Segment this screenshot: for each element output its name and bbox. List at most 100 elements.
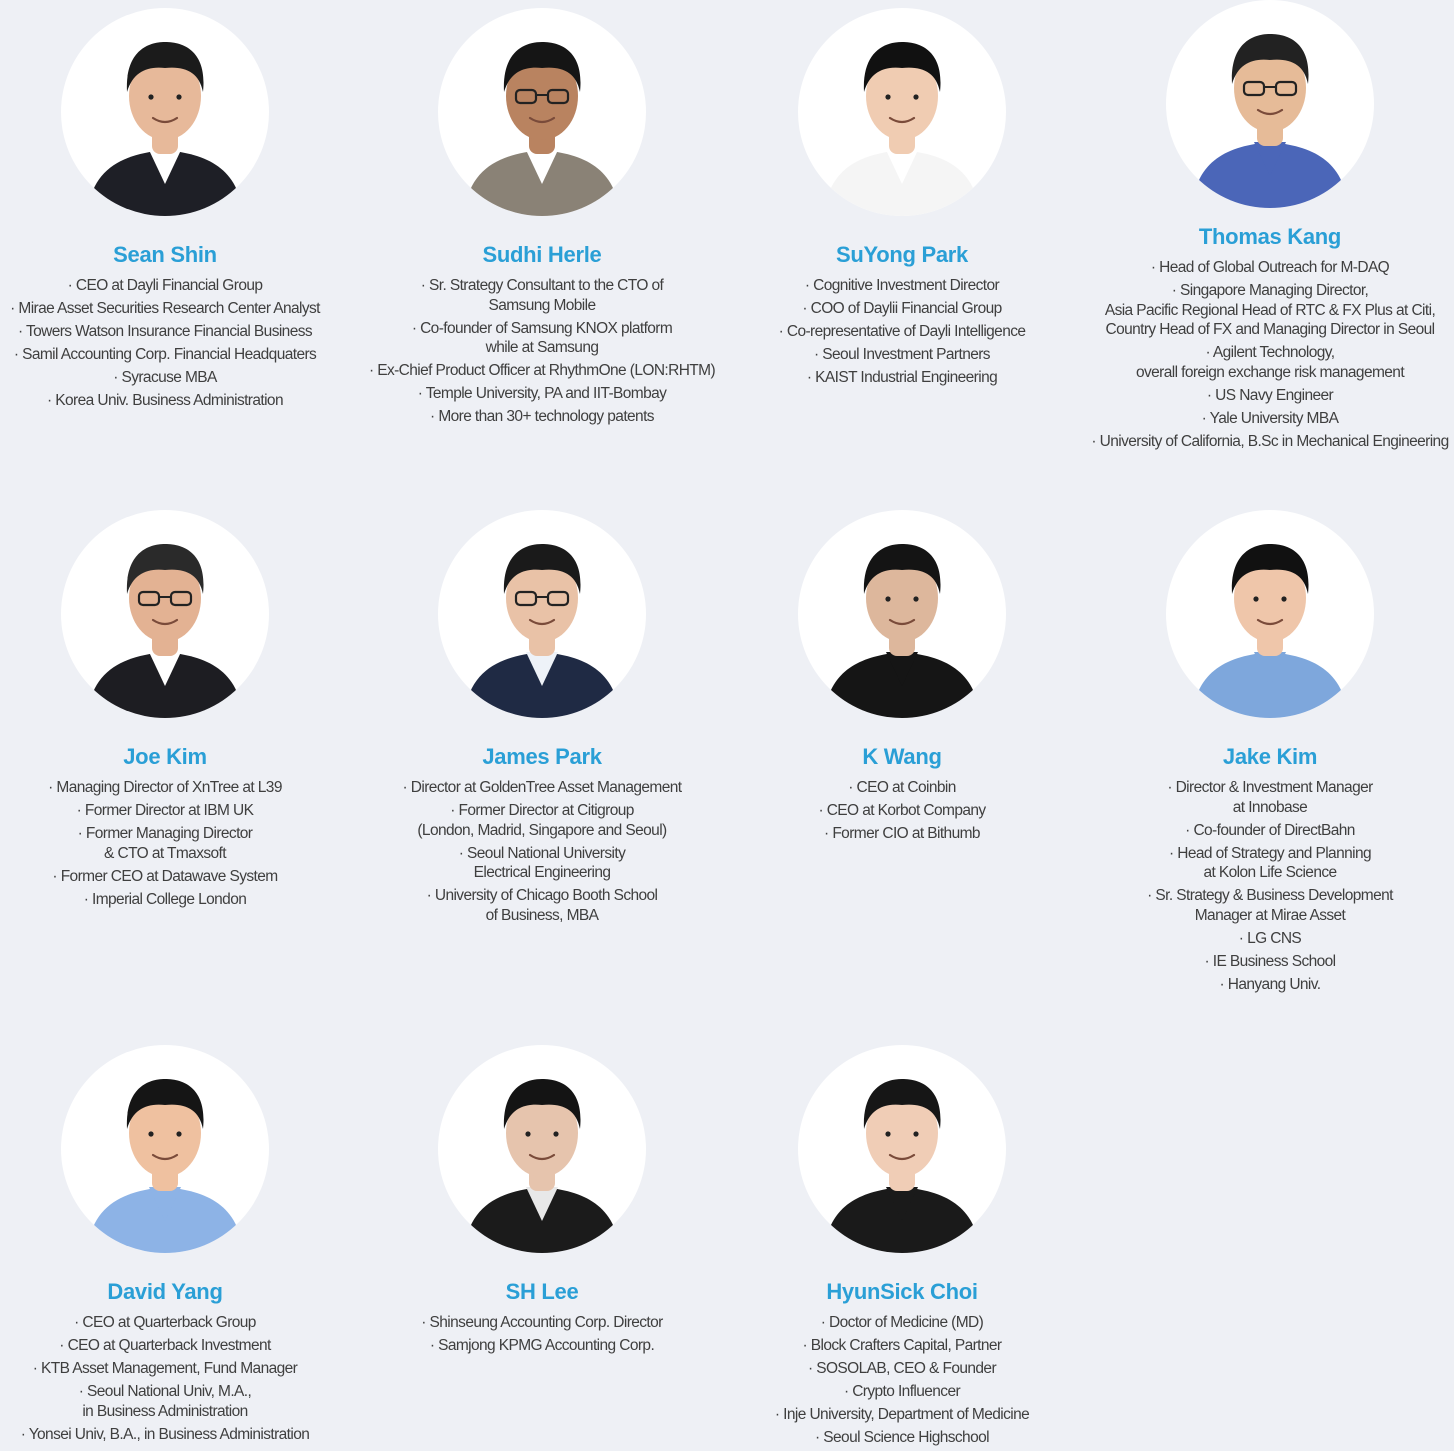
- bio-line: · University of California, B.Sc in Mech…: [1091, 432, 1449, 450]
- bio-line: · Syracuse MBA: [113, 369, 217, 386]
- person-silhouette: [464, 42, 620, 216]
- bio-line: · Imperial College London: [83, 890, 247, 908]
- bio-line: · US Navy Engineer: [1206, 386, 1334, 404]
- bio-line: · Yale University MBA: [1201, 409, 1339, 427]
- bio-line: · Korea Univ. Business Administration: [47, 392, 284, 409]
- bio-line: · Former Director at IBM UK: [76, 802, 254, 819]
- bio-line: · Crypto Influencer: [843, 1383, 961, 1400]
- bio-line: · Sr. Strategy Consultant to the CTO of …: [420, 277, 664, 314]
- bio-line: · Yonsei Univ, B.A., in Business Adminis…: [20, 1425, 310, 1443]
- member-name: K Wang: [862, 744, 942, 769]
- profile-photo: [798, 510, 1006, 718]
- person-silhouette: [464, 1079, 620, 1253]
- team-member-card: Jake Kim · Director & Investment Manager …: [1085, 510, 1454, 998]
- member-bio: · CEO at Coinbin · CEO at Korbot Company ·…: [717, 778, 1087, 844]
- profile-photo: [1166, 0, 1374, 208]
- bio-line: · Head of Strategy and Planning at Kolon…: [1169, 844, 1372, 882]
- member-name: David Yang: [107, 1279, 223, 1304]
- member-name: Sean Shin: [113, 242, 217, 267]
- member-bio: · CEO at Quarterback Group · CEO at Quart…: [0, 1313, 350, 1444]
- member-name: Thomas Kang: [1198, 224, 1342, 249]
- member-bio: · CEO at Dayli Financial Group · Mirae As…: [0, 276, 350, 411]
- bio-line: · Samjong KPMG Accounting Corp.: [429, 1337, 655, 1354]
- profile-photo: [438, 510, 646, 718]
- bio-line: · Samil Accounting Corp. Financial Headq…: [13, 346, 317, 363]
- member-bio: · Managing Director of XnTree at L39 · Fo…: [0, 778, 350, 909]
- bio-line: · Agilent Technology, overall foreign ex…: [1135, 344, 1405, 381]
- profile-photo: [798, 8, 1006, 216]
- member-name: HyunSick Choi: [826, 1279, 978, 1304]
- person-silhouette: [824, 544, 980, 718]
- bio-line: · CEO at Dayli Financial Group: [67, 277, 263, 294]
- bio-line: · COO of Daylii Financial Group: [802, 300, 1002, 317]
- bio-line: · Block Crafters Capital, Partner: [802, 1337, 1003, 1354]
- bio-line: · Former Managing Director & CTO at Tmax…: [77, 825, 253, 862]
- bio-line: · Co-representative of Dayli Intelligenc…: [778, 323, 1026, 340]
- bio-line: · Mirae Asset Securities Research Center…: [10, 300, 320, 317]
- bio-line: · Co-founder of DirectBahn: [1185, 821, 1355, 839]
- profile-photo: [1166, 510, 1374, 718]
- bio-line: · Hanyang Univ.: [1219, 975, 1322, 993]
- member-bio: · Cognitive Investment Director · COO of …: [717, 276, 1087, 388]
- member-bio: · Doctor of Medicine (MD) · Block Crafter…: [717, 1313, 1087, 1448]
- person-silhouette: [824, 42, 980, 216]
- member-bio: · Head of Global Outreach for M-DAQ · Sin…: [1085, 258, 1454, 451]
- bio-line: · Ex-Chief Product Officer at RhythmOne …: [368, 362, 716, 379]
- member-name: James Park: [482, 744, 602, 769]
- bio-line: · Towers Watson Insurance Financial Busi…: [17, 323, 313, 340]
- person-silhouette: [464, 544, 620, 718]
- team-member-card: K Wang · CEO at Coinbin · CEO at Korbot Co…: [717, 510, 1087, 847]
- bio-line: · Singapore Managing Director, Asia Paci…: [1104, 282, 1436, 338]
- team-member-card: SH Lee · Shinseung Accounting Corp. Direc…: [357, 1045, 727, 1359]
- bio-line: · Co-founder of Samsung KNOX platform wh…: [411, 319, 673, 357]
- team-member-card: Thomas Kang · Head of Global Outreach for…: [1085, 0, 1454, 455]
- bio-line: · Inje University, Department of Medicin…: [774, 1406, 1030, 1423]
- profile-photo: [61, 1045, 269, 1253]
- bio-line: · SOSOLAB, CEO & Founder: [807, 1360, 997, 1377]
- member-bio: · Sr. Strategy Consultant to the CTO of …: [357, 276, 727, 427]
- person-silhouette: [1192, 544, 1348, 718]
- profile-photo: [61, 510, 269, 718]
- bio-line: · CEO at Quarterback Group: [74, 1314, 256, 1331]
- bio-line: · Former CIO at Bithumb: [824, 825, 980, 842]
- member-bio: · Director & Investment Manager at Innob…: [1085, 778, 1454, 994]
- person-silhouette: [87, 1079, 243, 1253]
- bio-line: · IE Business School: [1204, 952, 1336, 970]
- member-name: Joe Kim: [123, 744, 207, 769]
- bio-line: · Head of Global Outreach for M-DAQ: [1150, 259, 1390, 276]
- person-silhouette: [1192, 34, 1348, 208]
- bio-line: · Seoul Investment Partners: [814, 346, 991, 363]
- bio-line: · Cognitive Investment Director: [804, 277, 1000, 294]
- bio-line: · Director at GoldenTree Asset Managemen…: [402, 779, 683, 796]
- member-name: SuYong Park: [836, 242, 968, 267]
- bio-line: · Doctor of Medicine (MD): [820, 1314, 984, 1331]
- bio-line: · Director & Investment Manager at Innob…: [1167, 779, 1373, 816]
- bio-line: · Temple University, PA and IIT-Bombay: [417, 385, 667, 402]
- bio-line: · CEO at Korbot Company: [818, 802, 986, 819]
- member-bio: · Director at GoldenTree Asset Managemen…: [357, 778, 727, 925]
- person-silhouette: [824, 1079, 980, 1253]
- team-member-card: James Park · Director at GoldenTree Asset…: [357, 510, 727, 929]
- bio-line: · Former Director at Citigroup (London, …: [417, 802, 667, 839]
- bio-line: · Shinseung Accounting Corp. Director: [421, 1314, 663, 1331]
- member-name: Jake Kim: [1222, 744, 1318, 769]
- bio-line: · More than 30+ technology patents: [430, 408, 654, 425]
- bio-line: · LG CNS: [1238, 929, 1302, 947]
- bio-line: · Former CEO at Datawave System: [52, 867, 278, 885]
- team-member-card: Sean Shin · CEO at Dayli Financial Group ·…: [0, 8, 350, 414]
- person-silhouette: [87, 42, 243, 216]
- bio-line: · KAIST Industrial Engineering: [806, 369, 998, 386]
- team-member-card: HyunSick Choi · Doctor of Medicine (MD) · …: [717, 1045, 1087, 1451]
- profile-photo: [438, 8, 646, 216]
- team-member-card: Joe Kim · Managing Director of XnTree at …: [0, 510, 350, 913]
- bio-line: · Sr. Strategy & Business Development Ma…: [1147, 887, 1393, 924]
- member-name: Sudhi Herle: [482, 242, 602, 267]
- bio-line: · Managing Director of XnTree at L39: [48, 779, 282, 796]
- bio-line: · Seoul Science Highschool: [815, 1429, 990, 1446]
- profile-photo: [61, 8, 269, 216]
- person-silhouette: [87, 544, 243, 718]
- bio-line: · University of Chicago Booth School of …: [426, 887, 658, 924]
- bio-line: · Seoul National Univ, M.A., in Business…: [78, 1383, 252, 1420]
- bio-line: · KTB Asset Management, Fund Manager: [32, 1360, 298, 1377]
- team-member-card: SuYong Park · Cognitive Investment Direct…: [717, 8, 1087, 391]
